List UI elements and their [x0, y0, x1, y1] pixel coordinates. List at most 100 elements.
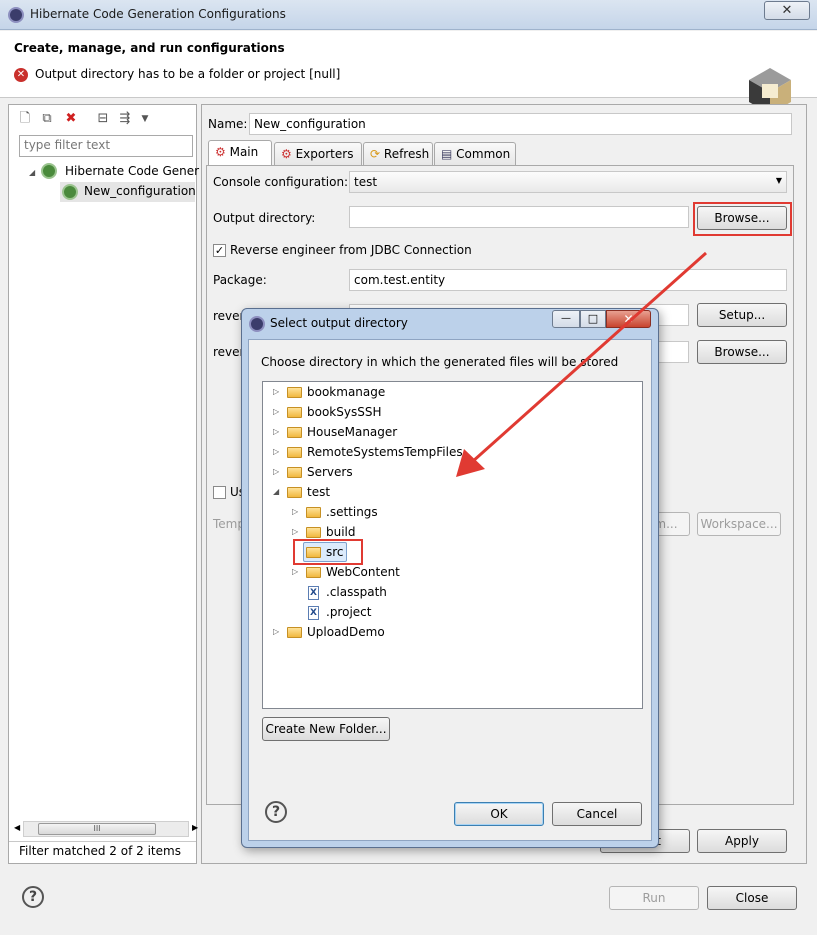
- reveng-browse-button[interactable]: Browse...: [697, 340, 787, 364]
- filter-icon[interactable]: ⇶: [117, 111, 133, 127]
- create-new-folder-button[interactable]: Create New Folder...: [262, 717, 390, 741]
- dialog-minimize-button[interactable]: —: [552, 310, 580, 328]
- tree-item-label: bookmanage: [307, 385, 386, 399]
- horizontal-scrollbar[interactable]: ◀ III ▶: [14, 821, 198, 837]
- use-custom-templates-checkbox[interactable]: [213, 486, 226, 499]
- eclipse-app-icon: [249, 316, 265, 332]
- tab-exporters[interactable]: ⚙ Exporters: [274, 142, 362, 166]
- collapse-arrow-icon[interactable]: ◢: [273, 487, 279, 496]
- reverse-engineer-checkbox[interactable]: ✓: [213, 244, 226, 257]
- ok-button[interactable]: OK: [454, 802, 544, 826]
- delete-config-icon[interactable]: ✖: [63, 111, 79, 127]
- xml-file-icon: X: [308, 586, 319, 600]
- tree-item-label: Servers: [307, 465, 353, 479]
- package-field[interactable]: com.test.entity: [349, 269, 787, 291]
- dialog-title: Select output directory: [270, 316, 408, 330]
- expand-arrow-icon[interactable]: ▷: [273, 447, 279, 456]
- setup-button[interactable]: Setup...: [697, 303, 787, 327]
- run-button[interactable]: Run: [609, 886, 699, 910]
- expand-arrow-icon[interactable]: ▷: [273, 427, 279, 436]
- name-field[interactable]: New_configuration: [249, 113, 792, 135]
- tree-item-label: .classpath: [326, 585, 387, 599]
- apply-button[interactable]: Apply: [697, 829, 787, 853]
- folder-open-icon: [306, 547, 321, 558]
- tab-common-label: Common: [456, 147, 511, 161]
- dialog-help-icon[interactable]: ?: [265, 801, 287, 823]
- tree-item-label: bookSysSSH: [307, 405, 382, 419]
- expand-arrow-icon[interactable]: ▷: [273, 467, 279, 476]
- dialog-maximize-button[interactable]: □: [580, 310, 606, 328]
- console-config-select[interactable]: test ▼: [349, 171, 787, 193]
- configuration-list-panel: 🗋 ⧉ ✖ ⊟ ⇶ ▼ type filter text ◢ Hibernate…: [8, 104, 199, 864]
- folder-icon: [287, 467, 302, 478]
- reveng-label-1: rever: [213, 309, 245, 323]
- dialog-instruction: Choose directory in which the generated …: [261, 355, 619, 369]
- tree-item-label: HouseManager: [307, 425, 398, 439]
- scrollbar-thumb[interactable]: III: [38, 823, 156, 835]
- main-tab-icon: ⚙: [215, 145, 226, 159]
- tree-item-label: test: [307, 485, 331, 499]
- expand-arrow-icon[interactable]: ▷: [273, 407, 279, 416]
- exporters-tab-icon: ⚙: [281, 147, 292, 161]
- output-dir-field[interactable]: [349, 206, 689, 228]
- output-dir-label: Output directory:: [213, 211, 316, 225]
- dialog-body: Choose directory in which the generated …: [248, 339, 652, 841]
- launch-config-icon: [62, 184, 78, 200]
- scroll-right-icon[interactable]: ▶: [192, 823, 198, 832]
- tab-refresh[interactable]: ⟳ Refresh: [363, 142, 433, 166]
- expand-arrow-icon[interactable]: ▷: [292, 507, 298, 516]
- tab-main[interactable]: ⚙ Main: [208, 140, 272, 166]
- package-label: Package:: [213, 273, 267, 287]
- folder-icon: [287, 447, 302, 458]
- dialog-header: Create, manage, and run configurations ✕…: [0, 31, 817, 114]
- window-close-button[interactable]: ✕: [764, 1, 810, 20]
- folder-icon: [287, 627, 302, 638]
- tree-item-label: src: [326, 545, 344, 559]
- tree-item-label: WebContent: [326, 565, 400, 579]
- error-icon: ✕: [14, 68, 28, 82]
- tree-item-label: UploadDemo: [307, 625, 385, 639]
- cancel-button[interactable]: Cancel: [552, 802, 642, 826]
- folder-icon: [287, 487, 302, 498]
- tree-item-label: build: [326, 525, 356, 539]
- close-button[interactable]: Close: [707, 886, 797, 910]
- output-dir-browse-button[interactable]: Browse...: [697, 206, 787, 230]
- dialog-close-button[interactable]: ✕: [606, 310, 651, 328]
- folder-icon: [306, 507, 321, 518]
- scroll-left-icon[interactable]: ◀: [14, 823, 20, 832]
- expand-arrow-icon[interactable]: ▷: [292, 527, 298, 536]
- divider: [9, 841, 196, 842]
- collapse-all-icon[interactable]: ⊟: [95, 111, 111, 127]
- directory-tree[interactable]: ▷ bookmanage ▷ bookSysSSH ▷ HouseManager…: [262, 381, 643, 709]
- reveng-label-2: rever: [213, 345, 245, 359]
- tree-item-label: RemoteSystemsTempFiles: [307, 445, 463, 459]
- expand-arrow-icon[interactable]: ▷: [292, 567, 298, 576]
- refresh-tab-icon: ⟳: [370, 147, 381, 161]
- tree-collapse-icon[interactable]: ◢: [29, 168, 35, 177]
- tree-item-label: .project: [326, 605, 372, 619]
- duplicate-config-icon[interactable]: ⧉: [39, 111, 55, 127]
- workspace-button[interactable]: Workspace...: [697, 512, 781, 536]
- help-icon[interactable]: ?: [22, 886, 44, 908]
- tab-main-label: Main: [229, 145, 259, 159]
- hibernate-config-icon: [41, 163, 57, 179]
- new-config-icon[interactable]: 🗋: [17, 111, 33, 127]
- tree-item-label: .settings: [326, 505, 378, 519]
- tab-common[interactable]: ▤ Common: [434, 142, 516, 166]
- folder-icon: [287, 387, 302, 398]
- filter-input[interactable]: type filter text: [19, 135, 193, 157]
- filter-status: Filter matched 2 of 2 items: [19, 844, 181, 858]
- view-menu-icon[interactable]: ▼: [137, 111, 153, 127]
- eclipse-app-icon: [8, 7, 24, 23]
- folder-icon: [287, 427, 302, 438]
- error-message: Output directory has to be a folder or p…: [35, 67, 341, 81]
- tree-item-new-configuration[interactable]: New_configuration: [84, 184, 196, 198]
- expand-arrow-icon[interactable]: ▷: [273, 387, 279, 396]
- xml-file-icon: X: [308, 606, 319, 620]
- select-output-directory-dialog: Select output directory — □ ✕ Choose dir…: [241, 308, 659, 848]
- tab-exporters-label: Exporters: [295, 147, 354, 161]
- expand-arrow-icon[interactable]: ▷: [273, 627, 279, 636]
- chevron-down-icon: ▼: [775, 176, 782, 185]
- name-label: Name:: [208, 117, 248, 131]
- tree-item-hibernate[interactable]: Hibernate Code Gener: [65, 164, 199, 178]
